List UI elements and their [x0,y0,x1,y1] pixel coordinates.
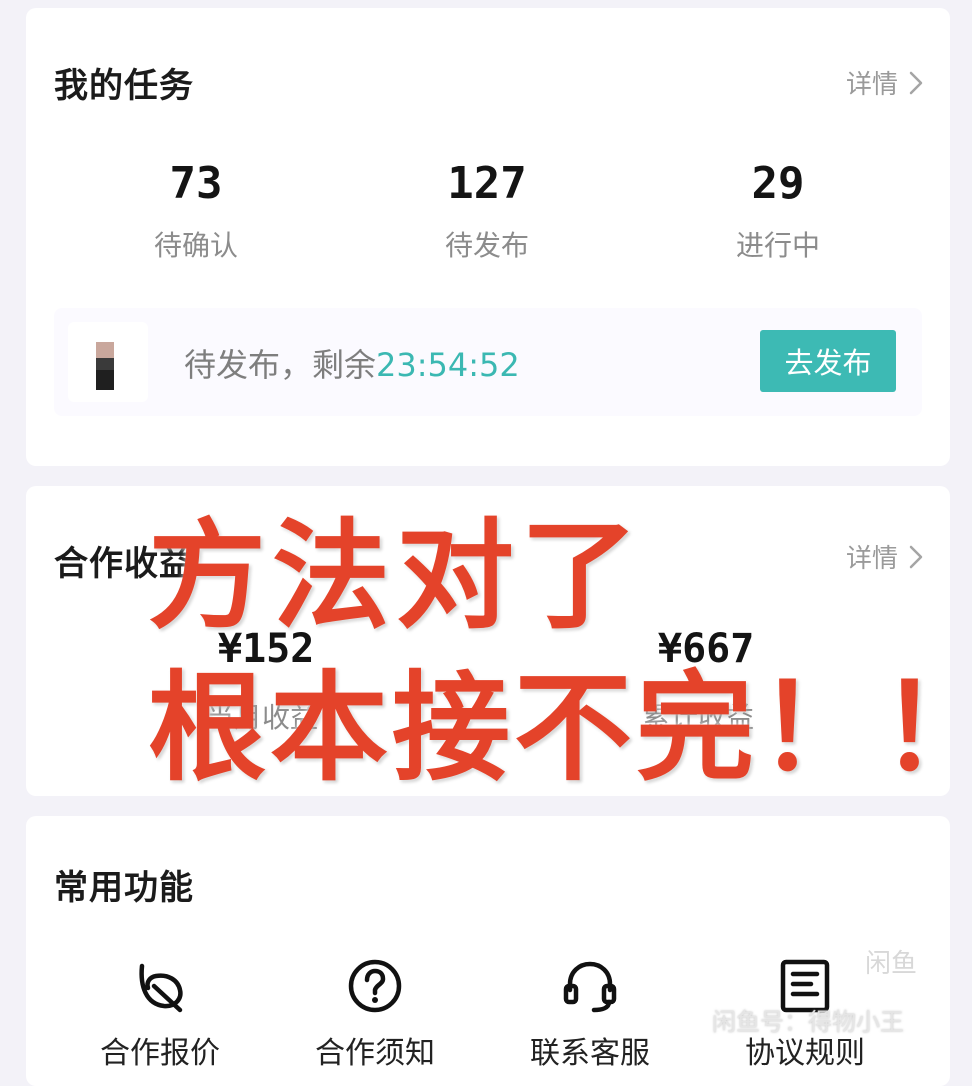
func-notice[interactable]: 合作须知 [285,956,465,1072]
stat-value: 73 [169,158,223,209]
task-stats: 73 待确认 127 待发布 29 进行中 [26,156,950,276]
func-label: 合作报价 [100,1036,220,1071]
stat-label: 待发布 [444,229,529,262]
func-support[interactable]: 联系客服 [500,956,680,1072]
month-income-value: ¥152 [218,626,315,672]
task-thumbnail [68,322,148,402]
total-income-value: ¥667 [658,626,755,672]
month-income-label: 当月收益 [206,701,319,734]
go-publish-button[interactable]: 去发布 [760,330,896,392]
chevron-right-icon [909,545,923,568]
income-title: 合作收益 [54,544,194,584]
my-tasks-card: 我的任务 详情 73 待确认 127 待发布 29 进行中 待发布，剩余23:5… [26,8,950,466]
stat-value: 127 [447,158,527,209]
stat-pending-confirm[interactable]: 73 待确认 [76,156,316,264]
functions-title: 常用功能 [54,868,194,908]
stat-label: 待确认 [153,229,238,262]
tasks-detail-link[interactable]: 详情 [846,64,924,101]
income-detail-label: 详情 [845,544,898,574]
watermark-text: 闲鱼号：得物小王 [712,1008,904,1036]
func-label: 联系客服 [530,1036,650,1071]
func-quote[interactable]: 合作报价 [70,956,250,1072]
publish-countdown-text: 待发布，剩余23:54:52 [184,340,520,386]
publish-prefix: 待发布，剩余 [184,346,377,384]
total-income-label: 累计收益 [642,701,755,734]
stat-in-progress[interactable]: 29 进行中 [658,156,898,264]
watermark-badge: 闲鱼 [848,940,934,988]
func-label: 合作须知 [315,1036,435,1071]
leaf-icon [139,963,183,1013]
chevron-right-icon [909,71,923,94]
stat-value: 29 [751,158,805,209]
headset-icon [563,961,617,1013]
income-card: 合作收益 详情 ¥152 当月收益 ¥667 累计收益 [26,486,950,796]
publish-reminder-row[interactable]: 待发布，剩余23:54:52 去发布 [54,308,922,416]
income-detail-link[interactable]: 详情 [846,538,924,575]
stat-label: 进行中 [735,229,820,262]
my-tasks-title: 我的任务 [54,66,194,106]
stat-pending-publish[interactable]: 127 待发布 [367,156,607,264]
functions-card: 常用功能 合作报价 合作须知 联系客服 协议规则 [26,816,950,1086]
question-circle-icon [348,959,402,1013]
countdown-timer: 23:54:52 [376,346,520,384]
tasks-detail-label: 详情 [845,70,898,100]
